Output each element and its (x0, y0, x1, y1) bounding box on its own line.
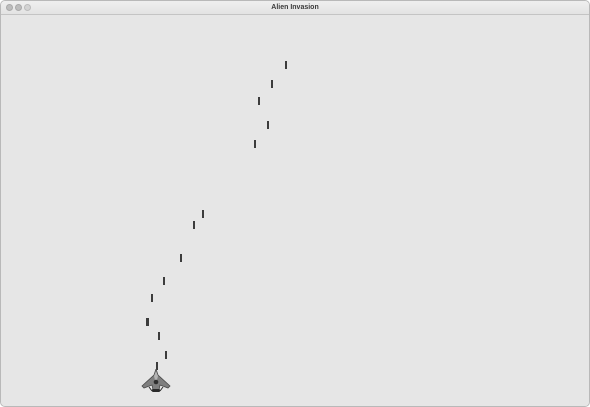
bullet (180, 254, 182, 262)
bullet (258, 97, 260, 105)
window-title: Alien Invasion (271, 4, 319, 11)
bullet (158, 332, 160, 340)
bullet (165, 351, 167, 359)
bullet (267, 121, 269, 129)
title-bar[interactable]: Alien Invasion (1, 1, 589, 15)
bullet (163, 277, 165, 285)
bullet (151, 294, 153, 302)
game-window: Alien Invasion (0, 0, 590, 407)
bullet (254, 140, 256, 148)
bullet (202, 210, 204, 218)
spaceship-icon (141, 369, 171, 392)
bullet (147, 318, 149, 326)
bullet (271, 80, 273, 88)
bullet (285, 61, 287, 69)
bullet (193, 221, 195, 229)
game-canvas[interactable] (1, 15, 589, 406)
